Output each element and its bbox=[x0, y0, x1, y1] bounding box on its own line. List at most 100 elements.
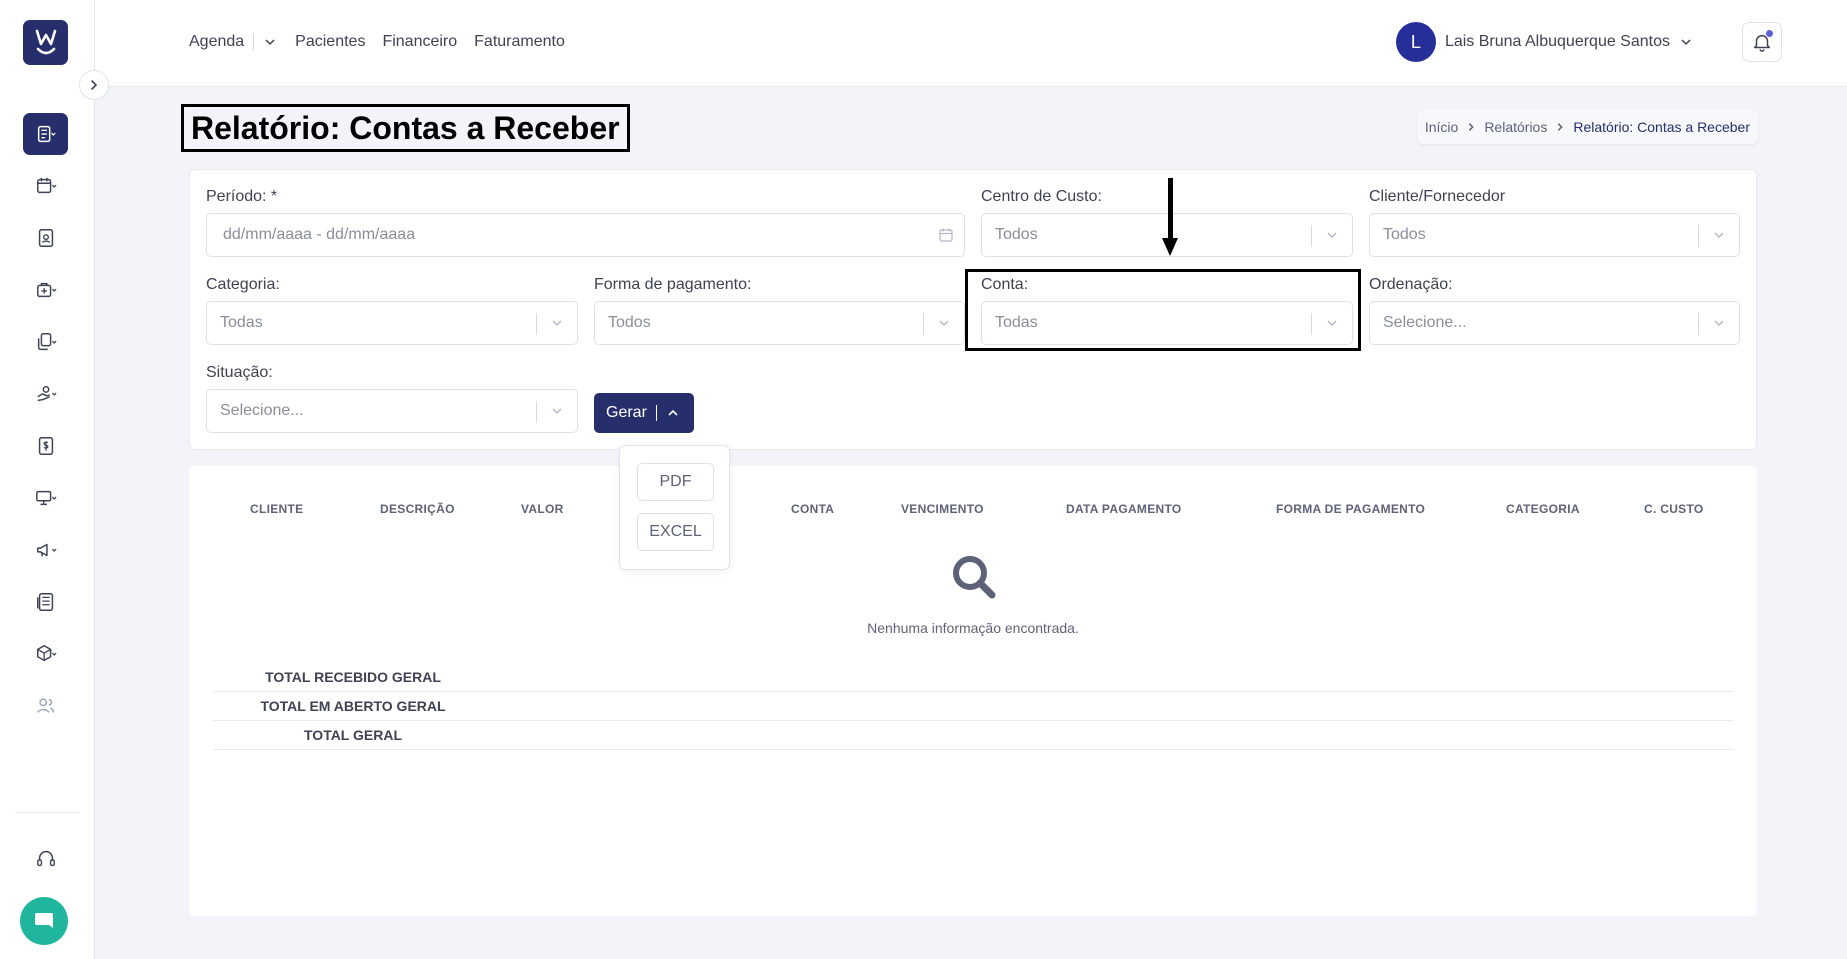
total-label: TOTAL GERAL bbox=[304, 727, 402, 743]
situacao-label: Situação: bbox=[206, 364, 273, 381]
sidebar-item-financial[interactable] bbox=[23, 425, 68, 467]
export-excel-button[interactable]: EXCEL bbox=[637, 513, 714, 551]
sidebar-item-care[interactable] bbox=[23, 373, 68, 415]
ordenacao-select[interactable]: Selecione... bbox=[1369, 301, 1740, 345]
situacao-select[interactable]: Selecione... bbox=[206, 389, 578, 433]
gerar-label: Gerar bbox=[606, 404, 647, 421]
calendar-icon bbox=[939, 228, 953, 242]
top-header: Agenda Pacientes Financeiro Faturamento … bbox=[95, 0, 1847, 87]
app-logo[interactable] bbox=[23, 20, 68, 65]
annotation-arrow bbox=[1168, 178, 1173, 240]
megaphone-icon bbox=[36, 543, 57, 557]
sidebar-item-patients[interactable] bbox=[23, 217, 68, 259]
hand-care-icon bbox=[36, 385, 57, 402]
nav-separator bbox=[253, 34, 255, 50]
empty-message: Nenhuma informação encontrada. bbox=[867, 620, 1079, 636]
breadcrumb: Início Relatórios Relatório: Contas a Re… bbox=[1416, 110, 1758, 144]
calendar-icon bbox=[36, 177, 57, 194]
button-separator bbox=[655, 405, 657, 421]
categoria-select[interactable]: Todas bbox=[206, 301, 578, 345]
total-label: TOTAL EM ABERTO GERAL bbox=[260, 698, 446, 714]
users-icon bbox=[36, 698, 54, 713]
breadcrumb-current: Relatório: Contas a Receber bbox=[1573, 119, 1750, 135]
nav-financeiro[interactable]: Financeiro bbox=[382, 33, 457, 51]
sidebar-item-users[interactable] bbox=[23, 685, 68, 727]
forma-pagamento-label: Forma de pagamento: bbox=[594, 276, 752, 293]
centro-custo-label: Centro de Custo: bbox=[981, 188, 1102, 205]
sidebar-item-marketing[interactable] bbox=[23, 529, 68, 571]
sidebar bbox=[0, 0, 95, 959]
total-row: TOTAL RECEBIDO GERAL bbox=[213, 663, 1734, 692]
export-dropdown: PDF EXCEL bbox=[619, 445, 730, 570]
periodo-label: Período: * bbox=[206, 188, 278, 205]
column-header[interactable]: FORMA DE PAGAMENTO bbox=[1276, 502, 1425, 516]
sidebar-item-calendar[interactable] bbox=[23, 165, 68, 207]
sidebar-item-clinic[interactable] bbox=[23, 269, 68, 311]
page-title: Relatório: Contas a Receber bbox=[181, 104, 630, 152]
sidebar-item-telemedicine[interactable] bbox=[23, 477, 68, 519]
contact-card-icon bbox=[38, 229, 53, 247]
situacao-value: Selecione... bbox=[220, 402, 304, 419]
forma-pagamento-select[interactable]: Todos bbox=[594, 301, 965, 345]
notification-badge bbox=[1765, 29, 1774, 38]
select-separator bbox=[1311, 225, 1312, 247]
periodo-placeholder: dd/mm/aaaa - dd/mm/aaaa bbox=[223, 226, 416, 243]
chevron-down-icon bbox=[1681, 39, 1691, 46]
column-header[interactable]: CATEGORIA bbox=[1506, 502, 1580, 516]
export-pdf-button[interactable]: PDF bbox=[637, 463, 714, 501]
column-header[interactable]: DESCRIÇÃO bbox=[380, 502, 455, 516]
search-icon bbox=[953, 556, 996, 599]
cliente-value: Todos bbox=[1383, 226, 1426, 243]
chevron-down-icon bbox=[552, 408, 562, 415]
user-menu[interactable]: L Lais Bruna Albuquerque Santos bbox=[1395, 22, 1692, 62]
column-header[interactable]: C. CUSTO bbox=[1644, 502, 1704, 516]
nav-faturamento[interactable]: Faturamento bbox=[474, 33, 565, 51]
sidebar-item-support[interactable] bbox=[23, 838, 68, 880]
documents-icon bbox=[37, 333, 57, 351]
total-row: TOTAL GERAL bbox=[213, 721, 1734, 750]
column-header[interactable]: VENCIMENTO bbox=[901, 502, 984, 516]
chevron-down-icon bbox=[552, 320, 562, 327]
chevron-up-icon bbox=[668, 409, 678, 416]
top-navigation: Agenda Pacientes Financeiro Faturamento bbox=[189, 33, 582, 51]
chevron-down-icon bbox=[939, 320, 949, 327]
newspaper-icon bbox=[36, 593, 53, 611]
sidebar-item-records[interactable] bbox=[23, 581, 68, 623]
avatar: L bbox=[1395, 22, 1436, 62]
nav-agenda[interactable]: Agenda bbox=[189, 33, 244, 51]
select-separator bbox=[923, 313, 924, 335]
nav-pacientes[interactable]: Pacientes bbox=[295, 33, 365, 51]
cliente-select[interactable]: Todos bbox=[1369, 213, 1740, 257]
notifications-button[interactable] bbox=[1742, 22, 1782, 62]
annotation-arrow-head bbox=[1162, 238, 1178, 256]
chat-button[interactable] bbox=[20, 897, 68, 945]
sidebar-collapse-button[interactable] bbox=[79, 70, 109, 100]
column-header[interactable]: CONTA bbox=[791, 502, 834, 516]
ordenacao-label: Ordenação: bbox=[1369, 276, 1453, 293]
column-header[interactable]: CLIENTE bbox=[250, 502, 303, 516]
results-table-card: CLIENTE DESCRIÇÃO VALOR CONTA VENCIMENTO… bbox=[189, 466, 1757, 916]
chevron-down-icon bbox=[1714, 320, 1724, 327]
select-separator bbox=[536, 401, 537, 423]
periodo-input[interactable]: dd/mm/aaaa - dd/mm/aaaa bbox=[206, 213, 965, 257]
select-separator bbox=[536, 313, 537, 335]
breadcrumb-reports[interactable]: Relatórios bbox=[1484, 119, 1547, 135]
chevron-right-icon bbox=[1466, 119, 1476, 135]
headset-icon bbox=[36, 850, 55, 867]
centro-custo-value: Todos bbox=[995, 226, 1038, 243]
annotation-highlight-box bbox=[965, 269, 1361, 351]
gerar-button[interactable]: Gerar bbox=[594, 393, 694, 433]
sidebar-item-reports[interactable] bbox=[23, 113, 68, 155]
sidebar-item-documents[interactable] bbox=[23, 321, 68, 363]
chevron-down-icon bbox=[1714, 232, 1724, 239]
column-header[interactable]: DATA PAGAMENTO bbox=[1066, 502, 1182, 516]
chat-bubble-icon bbox=[35, 913, 53, 928]
sidebar-item-inventory[interactable] bbox=[23, 633, 68, 675]
breadcrumb-home[interactable]: Início bbox=[1425, 119, 1458, 135]
chevron-right-icon bbox=[1555, 119, 1565, 135]
nav-agenda-dropdown[interactable] bbox=[264, 36, 276, 48]
cliente-label: Cliente/Fornecedor bbox=[1369, 188, 1506, 205]
select-separator bbox=[1698, 225, 1699, 247]
forma-pagamento-value: Todos bbox=[608, 314, 651, 331]
column-header[interactable]: VALOR bbox=[521, 502, 564, 516]
